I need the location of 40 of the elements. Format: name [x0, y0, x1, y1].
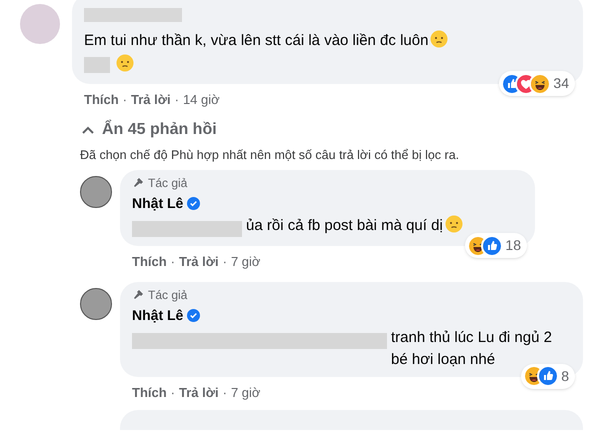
reaction-count: 34 — [553, 74, 569, 93]
action-link[interactable]: Thích — [132, 252, 167, 272]
timestamp: 7 giờ — [230, 253, 260, 272]
separator-dot: · — [122, 91, 128, 109]
microphone-icon — [132, 177, 144, 190]
author-role-label: Tác giả — [148, 175, 188, 192]
action-link[interactable]: Trả lời — [179, 382, 219, 402]
separator-dot: · — [170, 384, 176, 402]
action-link[interactable]: Thích — [132, 382, 167, 402]
comment-text: Em tui như thần k, vừa lên stt cái là vào liền đc luôn — [84, 30, 571, 52]
reaction-count: 8 — [561, 366, 569, 386]
author-role-label: Tác giả — [148, 286, 188, 304]
like-reaction-icon — [539, 367, 558, 386]
timestamp: 7 giờ — [230, 384, 260, 402]
microphone-icon — [132, 288, 144, 301]
blurred-text — [84, 57, 110, 74]
reaction-summary[interactable]: 34 — [499, 71, 575, 96]
action-link[interactable]: Thích — [84, 90, 119, 110]
filter-notice: Đã chọn chế độ Phù hợp nhất nên một số câu trả lời có thể bị lọc ra. — [80, 146, 460, 164]
action-link[interactable]: Trả lời — [131, 90, 171, 110]
reaction-summary[interactable]: 18 — [465, 233, 527, 258]
separator-dot: · — [222, 253, 227, 272]
blurred-avatar — [20, 4, 60, 44]
separator-dot: · — [174, 91, 179, 109]
hide-replies-button[interactable]: Ẩn 45 phản hồi — [82, 118, 217, 142]
reaction-summary[interactable]: 8 — [521, 364, 575, 389]
laughing-face-icon — [531, 74, 550, 92]
avatar — [80, 288, 112, 320]
like-reaction-icon — [483, 236, 502, 255]
timestamp: 14 giờ — [182, 91, 220, 109]
separator-dot: · — [170, 253, 176, 272]
author-name[interactable]: Nhật Lê — [132, 193, 184, 214]
avatar — [80, 176, 112, 208]
sad-face-emoji-icon — [116, 54, 134, 72]
sad-face-emoji-icon — [430, 30, 448, 48]
reaction-count: 18 — [505, 236, 521, 256]
separator-dot: · — [222, 384, 227, 402]
author-name[interactable]: Nhật Lê — [132, 304, 184, 326]
action-link[interactable]: Trả lời — [179, 252, 219, 272]
reply-text: ủa rồi cả fb post bài mà quí dị — [246, 216, 443, 236]
